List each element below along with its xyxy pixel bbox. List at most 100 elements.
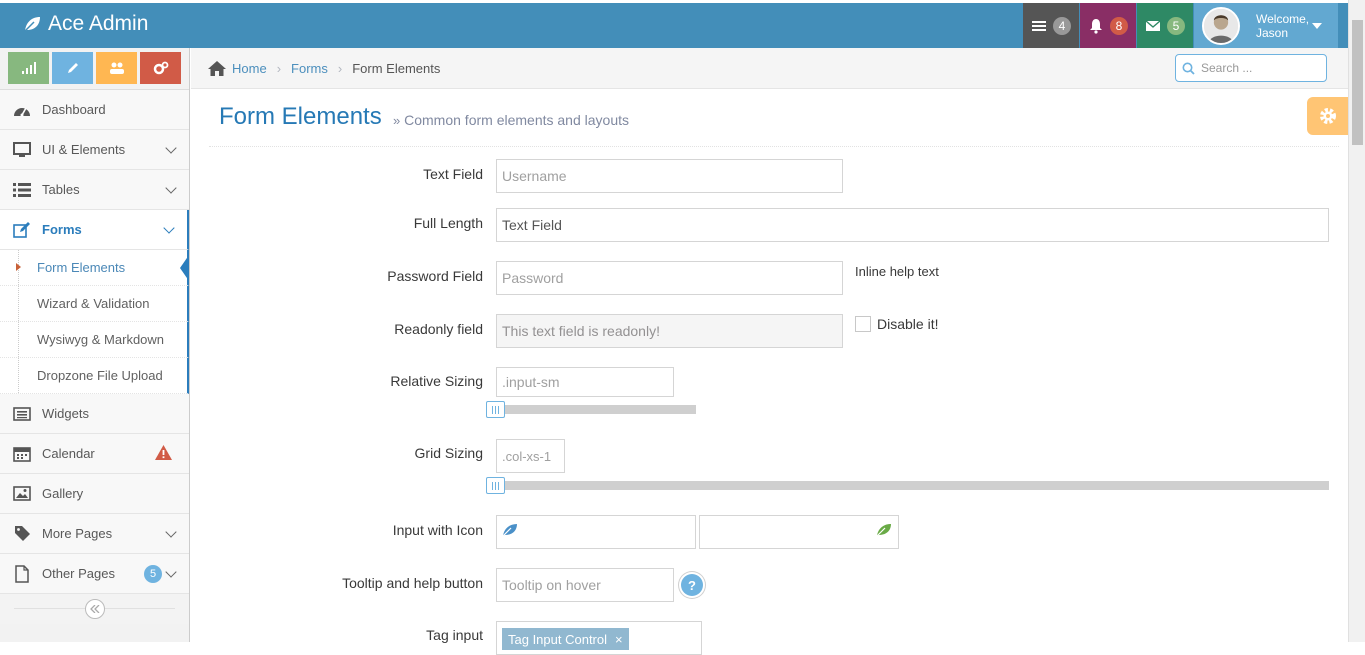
tag-chip-label: Tag Input Control [508, 631, 608, 647]
envelope-icon [1145, 19, 1161, 31]
tooltip-input[interactable] [496, 568, 674, 602]
messages-button[interactable]: 5 [1137, 3, 1193, 48]
nav-search [1175, 54, 1327, 82]
close-icon[interactable]: × [615, 632, 623, 647]
password-label: Password Field [387, 268, 483, 284]
grid-sizing-label: Grid Sizing [414, 445, 483, 461]
sidebar-shortcuts [0, 48, 189, 90]
sidebar-item-label: More Pages [42, 526, 113, 541]
checkbox-box[interactable] [855, 316, 871, 332]
readonly-label: Readonly field [394, 321, 483, 337]
page-scrollbar[interactable] [1348, 0, 1365, 642]
breadcrumb-current: Form Elements [352, 60, 441, 76]
grid-sizing-slider-handle[interactable] [486, 477, 505, 494]
full-length-label: Full Length [413, 215, 483, 231]
avatar [1202, 6, 1240, 45]
help-button[interactable]: ? [681, 574, 703, 596]
sidebar-subitem-wizard[interactable]: Wizard & Validation [0, 286, 189, 322]
page-subtitle-text: Common form elements and layouts [404, 112, 629, 128]
welcome-username: Jason [1256, 25, 1289, 40]
search-input[interactable] [1201, 61, 1321, 75]
brand-name: Ace Admin [48, 12, 149, 35]
breadcrumb-separator: › [276, 60, 282, 76]
input-with-left-icon[interactable] [496, 515, 696, 549]
breadcrumb: Home › Forms › Form Elements [191, 48, 1350, 89]
sidebar-collapse-bar [0, 594, 189, 624]
shortcut-edit-button[interactable] [52, 52, 93, 84]
sidebar-item-gallery[interactable]: Gallery [0, 474, 189, 514]
user-menu[interactable]: Welcome, Jason [1194, 3, 1338, 48]
caret-right-icon [16, 263, 21, 271]
breadcrumb-home-link[interactable]: Home [232, 61, 267, 76]
grid-sizing-slider-track[interactable] [496, 481, 1329, 490]
tag-input-label: Tag input [426, 627, 483, 643]
gear-icon [1320, 108, 1336, 124]
scrollbar-thumb[interactable] [1352, 20, 1363, 145]
cogs-icon [153, 61, 168, 75]
sidebar-subitem-label: Dropzone File Upload [37, 368, 163, 383]
page-subtitle: » Common form elements and layouts [393, 112, 629, 128]
sidebar-collapse-button[interactable] [85, 599, 105, 619]
sidebar-item-dashboard[interactable]: Dashboard [0, 90, 189, 130]
sidebar-item-label: UI & Elements [42, 142, 126, 157]
sidebar-item-widgets[interactable]: Widgets [0, 394, 189, 434]
sidebar-subitem-wysiwyg[interactable]: Wysiwyg & Markdown [0, 322, 189, 358]
active-pointer [180, 255, 189, 281]
notifications-button[interactable]: 8 [1080, 3, 1136, 48]
shortcut-settings-button[interactable] [140, 52, 181, 84]
leaf-icon [876, 524, 891, 537]
disable-it-label: Disable it! [877, 316, 939, 332]
breadcrumb-forms-link[interactable]: Forms [291, 61, 328, 76]
relative-sizing-slider-handle[interactable] [486, 401, 505, 418]
leaf-icon [24, 17, 40, 32]
sidebar-item-ui-elements[interactable]: UI & Elements [0, 130, 189, 170]
list-icon [12, 181, 32, 199]
signal-icon [21, 62, 36, 74]
users-icon [109, 62, 124, 74]
relative-sizing-slider-track[interactable] [496, 405, 696, 414]
bell-icon [1090, 18, 1102, 34]
sidebar-item-calendar[interactable]: Calendar [0, 434, 189, 474]
input-with-right-icon[interactable] [699, 515, 899, 549]
input-sm[interactable] [496, 367, 674, 397]
relative-sizing-label: Relative Sizing [390, 373, 483, 389]
caret-down-icon [1312, 23, 1322, 29]
file-icon [12, 564, 32, 583]
double-angle-left-icon [90, 605, 100, 613]
ace-settings-button[interactable] [1307, 97, 1349, 135]
sidebar-subitem-dropzone[interactable]: Dropzone File Upload [0, 358, 189, 394]
username-input[interactable] [496, 159, 843, 193]
pencil-square-icon [12, 221, 32, 239]
sidebar-item-tables[interactable]: Tables [0, 170, 189, 210]
chevron-down-icon [165, 182, 177, 194]
sidebar-item-label: Tables [42, 182, 80, 197]
chevron-down-icon [165, 566, 177, 578]
disable-it-checkbox[interactable]: Disable it! [855, 316, 938, 332]
full-length-input[interactable] [496, 208, 1329, 242]
text-field-label: Text Field [423, 166, 483, 182]
shortcut-users-button[interactable] [96, 52, 137, 84]
password-input[interactable] [496, 261, 843, 295]
sidebar-item-forms[interactable]: Forms [0, 210, 189, 250]
col-xs-1-input[interactable] [496, 439, 565, 473]
picture-icon [12, 485, 32, 503]
sidebar-item-label: Forms [42, 222, 82, 237]
shortcut-stats-button[interactable] [8, 52, 49, 84]
page-title: Form Elements [219, 103, 382, 130]
list-alt-icon [12, 405, 32, 423]
tasks-button[interactable]: 4 [1023, 3, 1079, 48]
sidebar-item-more-pages[interactable]: More Pages [0, 514, 189, 554]
sidebar-item-other-pages[interactable]: Other Pages 5 [0, 554, 189, 594]
search-icon [1182, 62, 1195, 75]
leaf-icon [502, 524, 517, 537]
warning-icon [155, 445, 172, 463]
brand[interactable]: Ace Admin [22, 12, 148, 36]
breadcrumb-separator: › [337, 60, 343, 76]
tachometer-icon [12, 101, 32, 119]
sidebar-item-label: Dashboard [42, 102, 106, 117]
sidebar-item-label: Widgets [42, 406, 89, 421]
sidebar-subitem-form-elements[interactable]: Form Elements [0, 250, 189, 286]
sidebar-subitem-label: Wysiwyg & Markdown [37, 332, 165, 347]
sidebar-item-label: Other Pages [42, 566, 115, 581]
readonly-input[interactable] [496, 314, 843, 348]
